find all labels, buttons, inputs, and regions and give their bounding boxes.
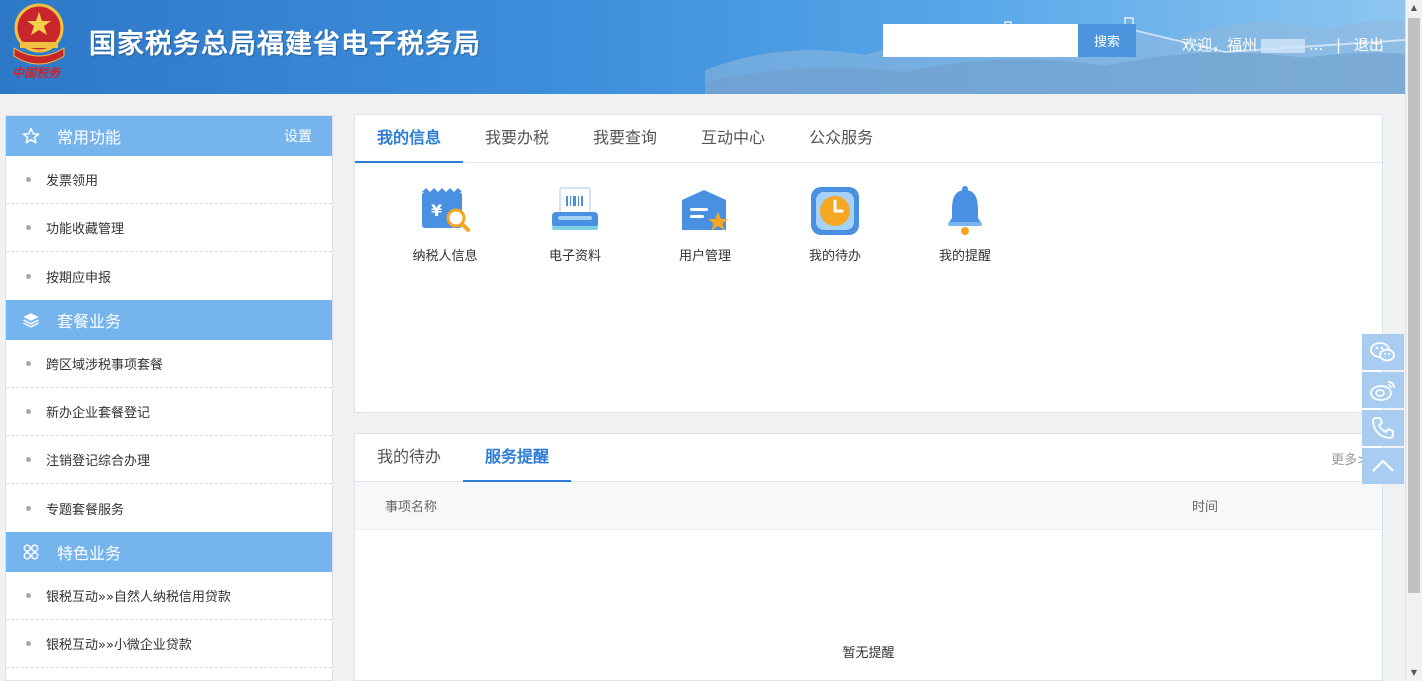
- bullet: [26, 409, 31, 414]
- quick-item-label: 我的提醒: [938, 249, 991, 264]
- sidebar-item-label: 银税互动»»自然人纳税信用贷款: [46, 590, 231, 605]
- sidebar-item-periodic-report[interactable]: 按期应申报: [6, 252, 332, 300]
- svg-text:¥: ¥: [431, 201, 442, 220]
- empty-state-text: 暂无提醒: [842, 646, 895, 661]
- quick-item-electronic-data[interactable]: 电子资料: [510, 183, 640, 264]
- tab-my-info[interactable]: 我的信息: [355, 115, 464, 163]
- logout-link[interactable]: 退出: [1354, 36, 1384, 54]
- sidebar-section-title: 特色业务: [57, 544, 122, 563]
- emblem-caption: 中国税务: [12, 66, 61, 80]
- sidebar-section-package[interactable]: 套餐业务: [6, 300, 332, 340]
- quick-icons: ¥ 纳税人信息 电子资料 用户管理 我的待办 我的提醒: [355, 163, 1382, 264]
- bullet: [26, 177, 31, 182]
- sidebar-item-label: 注销登记综合办理: [46, 454, 151, 469]
- welcome-ellipsis: ...: [1309, 36, 1324, 54]
- sidebar-item-label: 新办企业套餐登记: [46, 406, 151, 421]
- sidebar-item-special-package[interactable]: 专题套餐服务: [6, 484, 332, 532]
- sidebar-item-label: 发票领用: [46, 174, 99, 189]
- star-icon: [21, 126, 41, 146]
- sidebar-item-smb-loan[interactable]: 银税互动»»小微企业贷款: [6, 620, 332, 668]
- grid-icon: [21, 542, 41, 562]
- search-button[interactable]: 搜索: [1078, 24, 1136, 57]
- tab-interaction[interactable]: 互动中心: [679, 115, 787, 163]
- wechat-icon[interactable]: [1362, 334, 1404, 370]
- quick-item-taxpayer-info[interactable]: ¥ 纳税人信息: [380, 183, 510, 264]
- weibo-icon[interactable]: [1362, 372, 1404, 408]
- logout-area: | 退出: [1336, 34, 1384, 55]
- quick-item-my-reminder[interactable]: 我的提醒: [900, 183, 1030, 264]
- table-header: 事项名称 时间: [355, 482, 1382, 530]
- tab-query[interactable]: 我要查询: [571, 115, 679, 163]
- bullet: [26, 593, 31, 598]
- bullet: [26, 225, 31, 230]
- floating-toolbar: [1362, 334, 1404, 486]
- sidebar-item-label: 专题套餐服务: [46, 502, 125, 518]
- page-scrollbar[interactable]: ▲ ▼: [1405, 0, 1422, 681]
- main-tabs: 我的信息 我要办税 我要查询 互动中心 公众服务: [355, 115, 1382, 163]
- back-to-top-icon[interactable]: [1362, 448, 1404, 484]
- my-info-panel: 我的信息 我要办税 我要查询 互动中心 公众服务 ¥ 纳税人信息 电子资料 用户…: [354, 114, 1383, 413]
- tab-public-service[interactable]: 公众服务: [787, 115, 895, 163]
- redacted-name: [1261, 38, 1306, 53]
- electronic-data-icon: [547, 183, 603, 239]
- quick-item-my-todo[interactable]: 我的待办: [770, 183, 900, 264]
- scroll-up-arrow-icon[interactable]: ▲: [1406, 0, 1422, 16]
- bullet: [26, 505, 31, 511]
- site-header: 中国税务 国家税务总局福建省电子税务局 搜索 欢迎，福州... | 退出: [0, 0, 1405, 94]
- bullet: [26, 361, 31, 366]
- tab-tax-handling[interactable]: 我要办税: [463, 115, 571, 163]
- bell-icon: [937, 183, 993, 239]
- sidebar-item-new-enterprise[interactable]: 新办企业套餐登记: [6, 388, 332, 436]
- sidebar-item-label: 银税互动»»小微企业贷款: [46, 638, 192, 653]
- bullet: [26, 273, 31, 279]
- sidebar-item-label: 跨区域涉税事项套餐: [46, 358, 164, 373]
- sidebar-section-title: 常用功能: [57, 128, 122, 147]
- search-input[interactable]: [883, 24, 1078, 57]
- phone-icon[interactable]: [1362, 410, 1404, 446]
- sidebar-section-featured[interactable]: 特色业务: [6, 532, 332, 572]
- scroll-down-arrow-icon[interactable]: ▼: [1406, 665, 1422, 681]
- quick-item-label: 纳税人信息: [412, 249, 478, 264]
- sidebar-item-label: 按期应申报: [46, 270, 112, 286]
- sidebar-item-favorites[interactable]: 功能收藏管理: [6, 204, 332, 252]
- welcome-label: 欢迎，福州: [1182, 36, 1258, 54]
- sidebar-item-personal-loan[interactable]: 银税互动»»自然人纳税信用贷款: [6, 572, 332, 620]
- sidebar-section-title: 套餐业务: [57, 312, 122, 331]
- quick-item-label: 我的待办: [808, 249, 861, 264]
- separator: |: [1336, 36, 1342, 54]
- sidebar-section-common[interactable]: 常用功能 设置: [6, 116, 332, 156]
- site-title: 国家税务总局福建省电子税务局: [89, 29, 481, 60]
- quick-item-label: 电子资料: [548, 249, 601, 264]
- sidebar-item-cross-region[interactable]: 跨区域涉税事项套餐: [6, 340, 332, 388]
- sidebar-item-invoice[interactable]: 发票领用: [6, 156, 332, 204]
- welcome-text: 欢迎，福州...: [1182, 34, 1323, 55]
- reminder-panel: 我的待办 服务提醒 更多> 事项名称 时间 暂无提醒: [354, 433, 1383, 681]
- bottom-tabs: 我的待办 服务提醒 更多>: [355, 434, 1382, 482]
- column-header-time: 时间: [1192, 500, 1219, 515]
- tab-service-reminder[interactable]: 服务提醒: [463, 434, 572, 482]
- settings-link[interactable]: 设置: [284, 126, 312, 146]
- tab-my-todo[interactable]: 我的待办: [355, 434, 463, 482]
- layers-icon: [21, 310, 41, 330]
- quick-item-user-management[interactable]: 用户管理: [640, 183, 770, 264]
- sidebar-item-label: 功能收藏管理: [46, 222, 125, 237]
- bullet: [26, 641, 31, 646]
- sidebar: 常用功能 设置 发票领用 功能收藏管理 按期应申报 套餐业务 跨区域涉税事项套餐…: [5, 115, 333, 681]
- column-header-name: 事项名称: [385, 500, 438, 515]
- taxpayer-info-icon: ¥: [417, 183, 473, 239]
- todo-clock-icon: [807, 183, 863, 239]
- scroll-thumb[interactable]: [1408, 18, 1420, 593]
- bullet: [26, 457, 31, 462]
- user-management-icon: [677, 183, 733, 239]
- sidebar-item-deregistration[interactable]: 注销登记综合办理: [6, 436, 332, 484]
- quick-item-label: 用户管理: [678, 249, 731, 264]
